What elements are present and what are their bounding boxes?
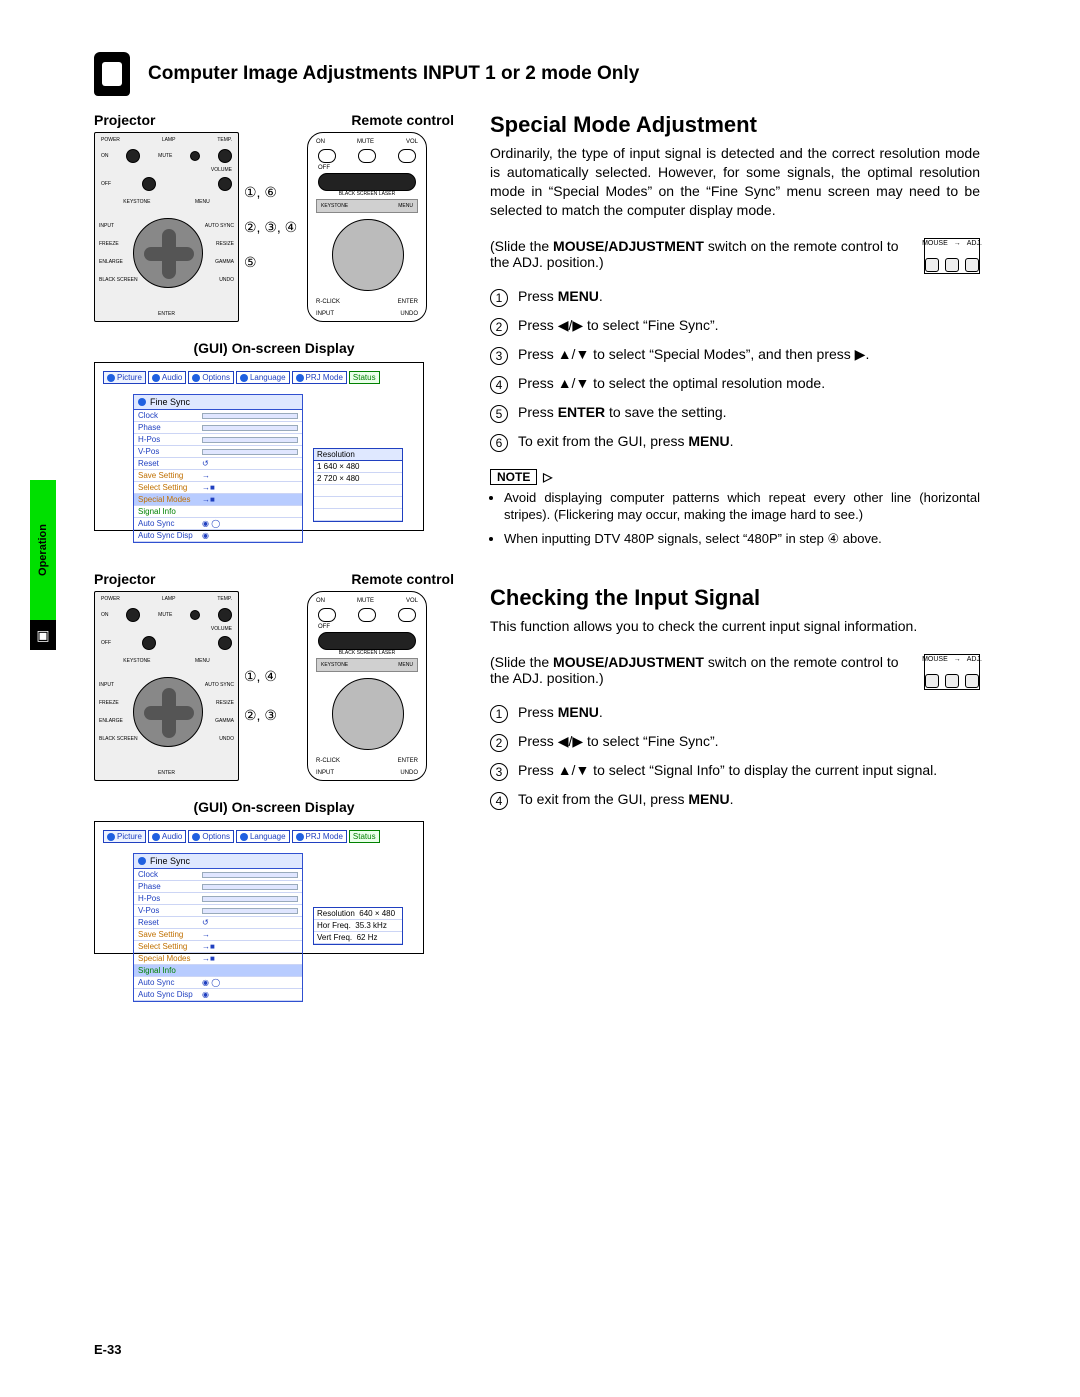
header-icon — [94, 52, 130, 96]
steps-a: 1Press MENU. 2Press / to select “Fine Sy… — [490, 288, 980, 452]
gui-screenshot-b: Picture Audio Options Language PRJ Mode … — [94, 821, 424, 954]
remote-oval-icon — [318, 173, 416, 191]
notes-a: Avoid displaying computer patterns which… — [490, 489, 980, 548]
diagram-block-b: Projector Remote control POWER LAMP TEMP… — [94, 571, 454, 954]
side-tab-label: Operation — [37, 524, 49, 576]
remote-diagram-b: ON MUTE VOL OFF BLACK SCREEN LASER KEYST… — [307, 591, 427, 781]
page-header: Computer Image Adjustments INPUT 1 or 2 … — [94, 52, 639, 96]
remote-diagram: ON MUTE VOL OFF BLACK SCREEN LASER KEYST… — [307, 132, 427, 322]
dpad-icon — [133, 218, 203, 288]
remote-pad-icon — [332, 219, 404, 291]
resolution-box: Resolution 1 640 × 480 2 720 × 480 — [313, 448, 403, 522]
language-icon — [240, 374, 248, 382]
slide-switch-note-b: (Slide the MOUSE/ADJUSTMENT switch on th… — [490, 654, 980, 690]
remote-vol-icon — [398, 149, 416, 163]
left-column: Projector Remote control POWER LAMP TEMP… — [94, 112, 454, 974]
section-b-intro: This function allows you to check the cu… — [490, 617, 980, 636]
note-tag: NOTE — [490, 469, 537, 485]
section-a-title: Special Mode Adjustment — [490, 112, 980, 138]
callouts-b: ①, ④ ②, ③ — [244, 601, 304, 791]
picture-icon — [107, 374, 115, 382]
remote-label-b: Remote control — [351, 571, 454, 587]
mute-button-icon — [190, 151, 200, 161]
callouts-a: ①, ⑥ ②, ③, ④ ⑤ — [244, 132, 304, 322]
remote-on-icon — [318, 149, 336, 163]
vol-down-icon — [218, 177, 232, 191]
finesync-icon — [138, 398, 146, 406]
page-number: E-33 — [94, 1342, 121, 1357]
fine-sync-panel: Fine Sync Clock Phase H-Pos V-Pos Reset↺… — [133, 394, 303, 543]
projector-diagram: POWER LAMP TEMP. ON MUTE VOLUME OFF — [94, 132, 239, 322]
steps-b: 1Press MENU. 2Press / to select “Fine Sy… — [490, 704, 980, 810]
signal-info-box: Resolution 640 × 480 Hor Freq. 35.3 kHz … — [313, 907, 403, 945]
gui-screenshot-a: Picture Audio Options Language PRJ Mode … — [94, 362, 424, 531]
gui-label-b: (GUI) On-screen Display — [94, 799, 454, 815]
remote-label: Remote control — [351, 112, 454, 128]
section-a-intro: Ordinarily, the type of input signal is … — [490, 144, 980, 220]
prjmode-icon — [296, 374, 304, 382]
mouse-adj-switch-icon-b: MOUSE→ADJ. — [924, 654, 980, 690]
right-column: Special Mode Adjustment Ordinarily, the … — [490, 112, 980, 820]
diagram-block-a: Projector Remote control POWER LAMP TEMP… — [94, 112, 454, 531]
section-b: Checking the Input Signal This function … — [490, 585, 980, 810]
remote-mute-icon — [358, 149, 376, 163]
side-tab-icon: ▣ — [30, 620, 56, 650]
mouse-adj-switch-icon: MOUSE→ADJ. — [924, 238, 980, 274]
slide-switch-note-a: (Slide the MOUSE/ADJUSTMENT switch on th… — [490, 238, 980, 274]
side-tab: Operation — [30, 480, 56, 620]
vol-up-icon — [218, 149, 232, 163]
audio-icon — [152, 374, 160, 382]
menu-tabs: Picture Audio Options Language PRJ Mode … — [103, 371, 415, 384]
section-b-title: Checking the Input Signal — [490, 585, 980, 611]
options-icon — [192, 374, 200, 382]
on-button-icon — [126, 149, 140, 163]
projector-label: Projector — [94, 112, 155, 128]
projector-label-b: Projector — [94, 571, 155, 587]
page-title: Computer Image Adjustments INPUT 1 or 2 … — [148, 63, 639, 85]
gui-label-a: (GUI) On-screen Display — [94, 340, 454, 356]
projector-diagram-b: POWER LAMP TEMP. ON MUTE VOLUME OFF — [94, 591, 239, 781]
off-button-icon — [142, 177, 156, 191]
